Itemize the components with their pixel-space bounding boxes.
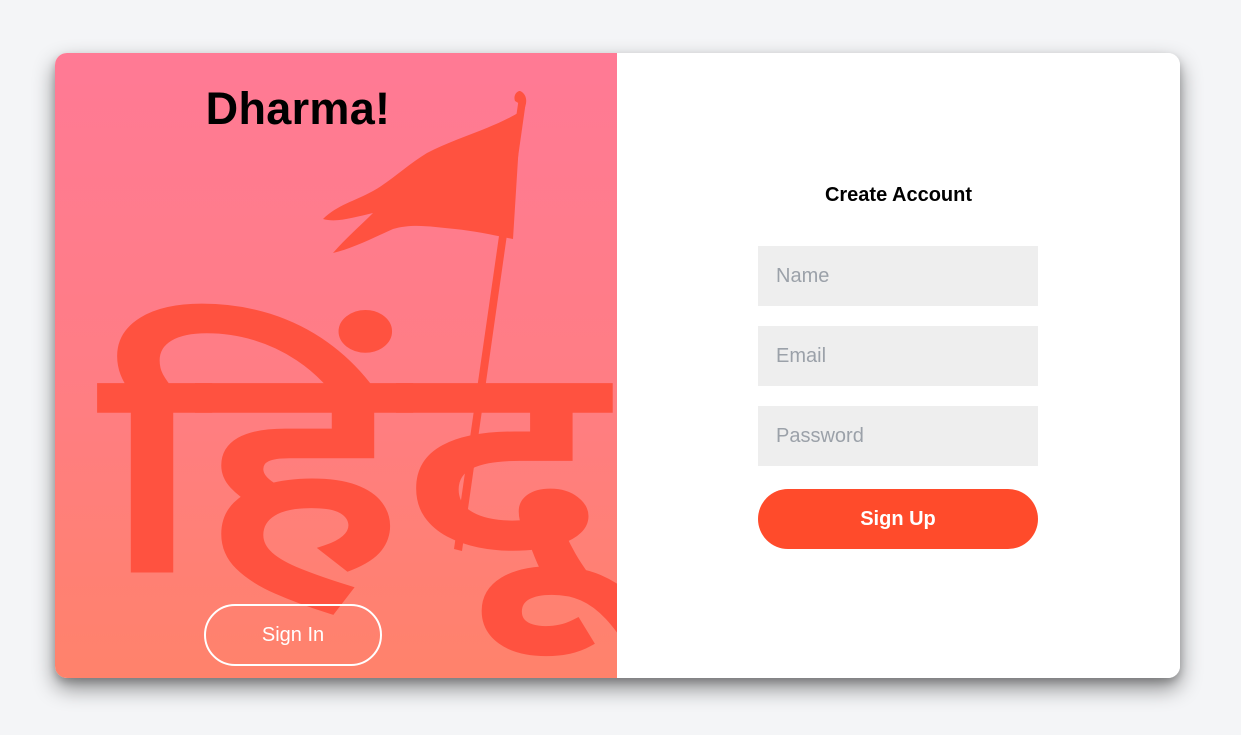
name-input[interactable]	[758, 246, 1038, 306]
auth-card: हिंदू Dharma! Sign In Create Account Sig…	[55, 53, 1180, 678]
sign-in-button[interactable]: Sign In	[204, 604, 382, 666]
email-input[interactable]	[758, 326, 1038, 386]
hindu-flag-artwork: हिंदू	[97, 91, 617, 663]
welcome-panel: हिंदू Dharma! Sign In	[55, 53, 617, 678]
signup-panel: Create Account Sign Up	[617, 53, 1180, 678]
sign-up-button[interactable]: Sign Up	[758, 489, 1038, 549]
brand-title: Dharma!	[205, 83, 391, 134]
form-title: Create Account	[824, 184, 973, 206]
password-input[interactable]	[758, 406, 1038, 466]
